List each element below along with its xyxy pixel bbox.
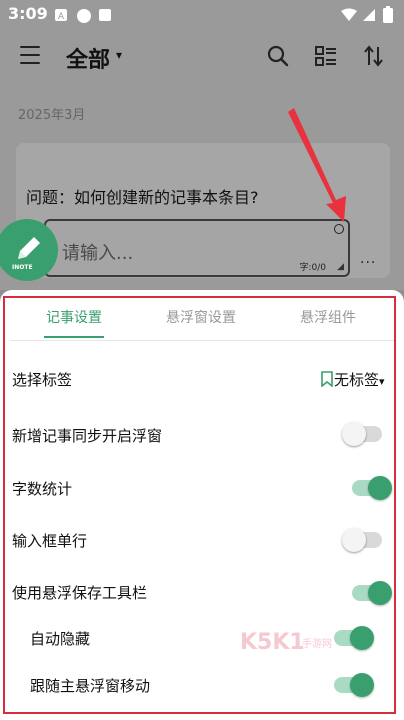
float-toolbar-label: 使用悬浮保存工具栏 (12, 584, 148, 602)
tag-selector[interactable]: 无标签▾ (320, 369, 385, 390)
watermark-logo: K5K1 手游网 (240, 630, 332, 655)
tab-note-settings[interactable]: 记事设置 (46, 307, 102, 327)
word-count-label: 字数统计 (12, 480, 73, 498)
follow-main-toggle[interactable] (334, 673, 374, 697)
toggle-knob (368, 581, 392, 605)
toggle-knob (350, 626, 374, 650)
toggle-knob (350, 673, 374, 697)
toggle-knob (342, 528, 366, 552)
sync-float-toggle[interactable] (342, 422, 382, 446)
bookmark-icon (321, 371, 333, 388)
active-tab-indicator (44, 336, 104, 338)
single-line-label: 输入框单行 (12, 532, 88, 550)
tab-float-widgets[interactable]: 悬浮组件 (300, 307, 356, 327)
tag-caret: ▾ (379, 375, 385, 388)
tag-value-text: 无标签 (334, 371, 380, 389)
sync-float-label: 新增记事同步开启浮窗 (12, 427, 163, 445)
single-line-toggle[interactable] (342, 528, 382, 552)
float-toolbar-toggle[interactable] (352, 581, 392, 605)
word-count-toggle[interactable] (352, 476, 392, 500)
tab-divider (10, 340, 394, 341)
tab-float-window-settings[interactable]: 悬浮窗设置 (166, 307, 236, 327)
svg-text:手游网: 手游网 (302, 637, 332, 650)
svg-text:K5K1: K5K1 (240, 630, 305, 655)
toggle-knob (368, 476, 392, 500)
toggle-knob (342, 422, 366, 446)
auto-hide-label: 自动隐藏 (30, 630, 91, 648)
red-pointer-arrow (288, 108, 346, 222)
follow-main-label: 跟随主悬浮窗移动 (30, 677, 151, 695)
select-tag-label: 选择标签 (12, 371, 73, 389)
